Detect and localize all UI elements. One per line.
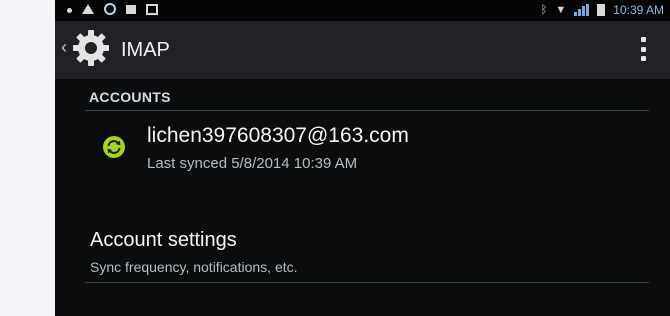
back-chevron-icon[interactable]: ‹ — [61, 37, 67, 58]
warning-icon — [82, 4, 94, 14]
phone-screen: ᛒ ▼ 10:39 AM ‹ IMAP ACCOUNTS lichen39760… — [55, 0, 670, 316]
sync-notification-icon — [104, 3, 116, 15]
status-clock: 10:39 AM — [613, 3, 664, 17]
gear-icon[interactable] — [71, 28, 111, 68]
notification-icons — [67, 3, 158, 15]
account-settings-subtitle: Sync frequency, notifications, etc. — [90, 259, 298, 275]
settings-divider — [85, 282, 649, 283]
sync-status-icon — [103, 136, 125, 158]
overflow-menu-icon[interactable] — [641, 37, 646, 61]
status-bar: ᛒ ▼ 10:39 AM — [55, 0, 670, 21]
account-email: lichen397608307@163.com — [147, 124, 409, 147]
last-synced-text: Last synced 5/8/2014 10:39 AM — [147, 155, 358, 172]
wifi-icon: ▼ — [555, 4, 567, 16]
page-title: IMAP — [121, 39, 170, 61]
action-bar: ‹ IMAP — [55, 21, 670, 79]
section-divider — [85, 110, 649, 111]
account-settings-title: Account settings — [90, 229, 237, 251]
system-icons: ᛒ ▼ 10:39 AM — [541, 3, 664, 17]
screenshot-icon — [146, 3, 158, 15]
notification-dot-icon — [67, 8, 72, 13]
bluetooth-icon: ᛒ — [540, 4, 548, 16]
section-header-accounts: ACCOUNTS — [89, 89, 171, 105]
message-icon — [126, 4, 136, 14]
battery-icon — [597, 4, 606, 16]
signal-icon — [574, 4, 590, 16]
